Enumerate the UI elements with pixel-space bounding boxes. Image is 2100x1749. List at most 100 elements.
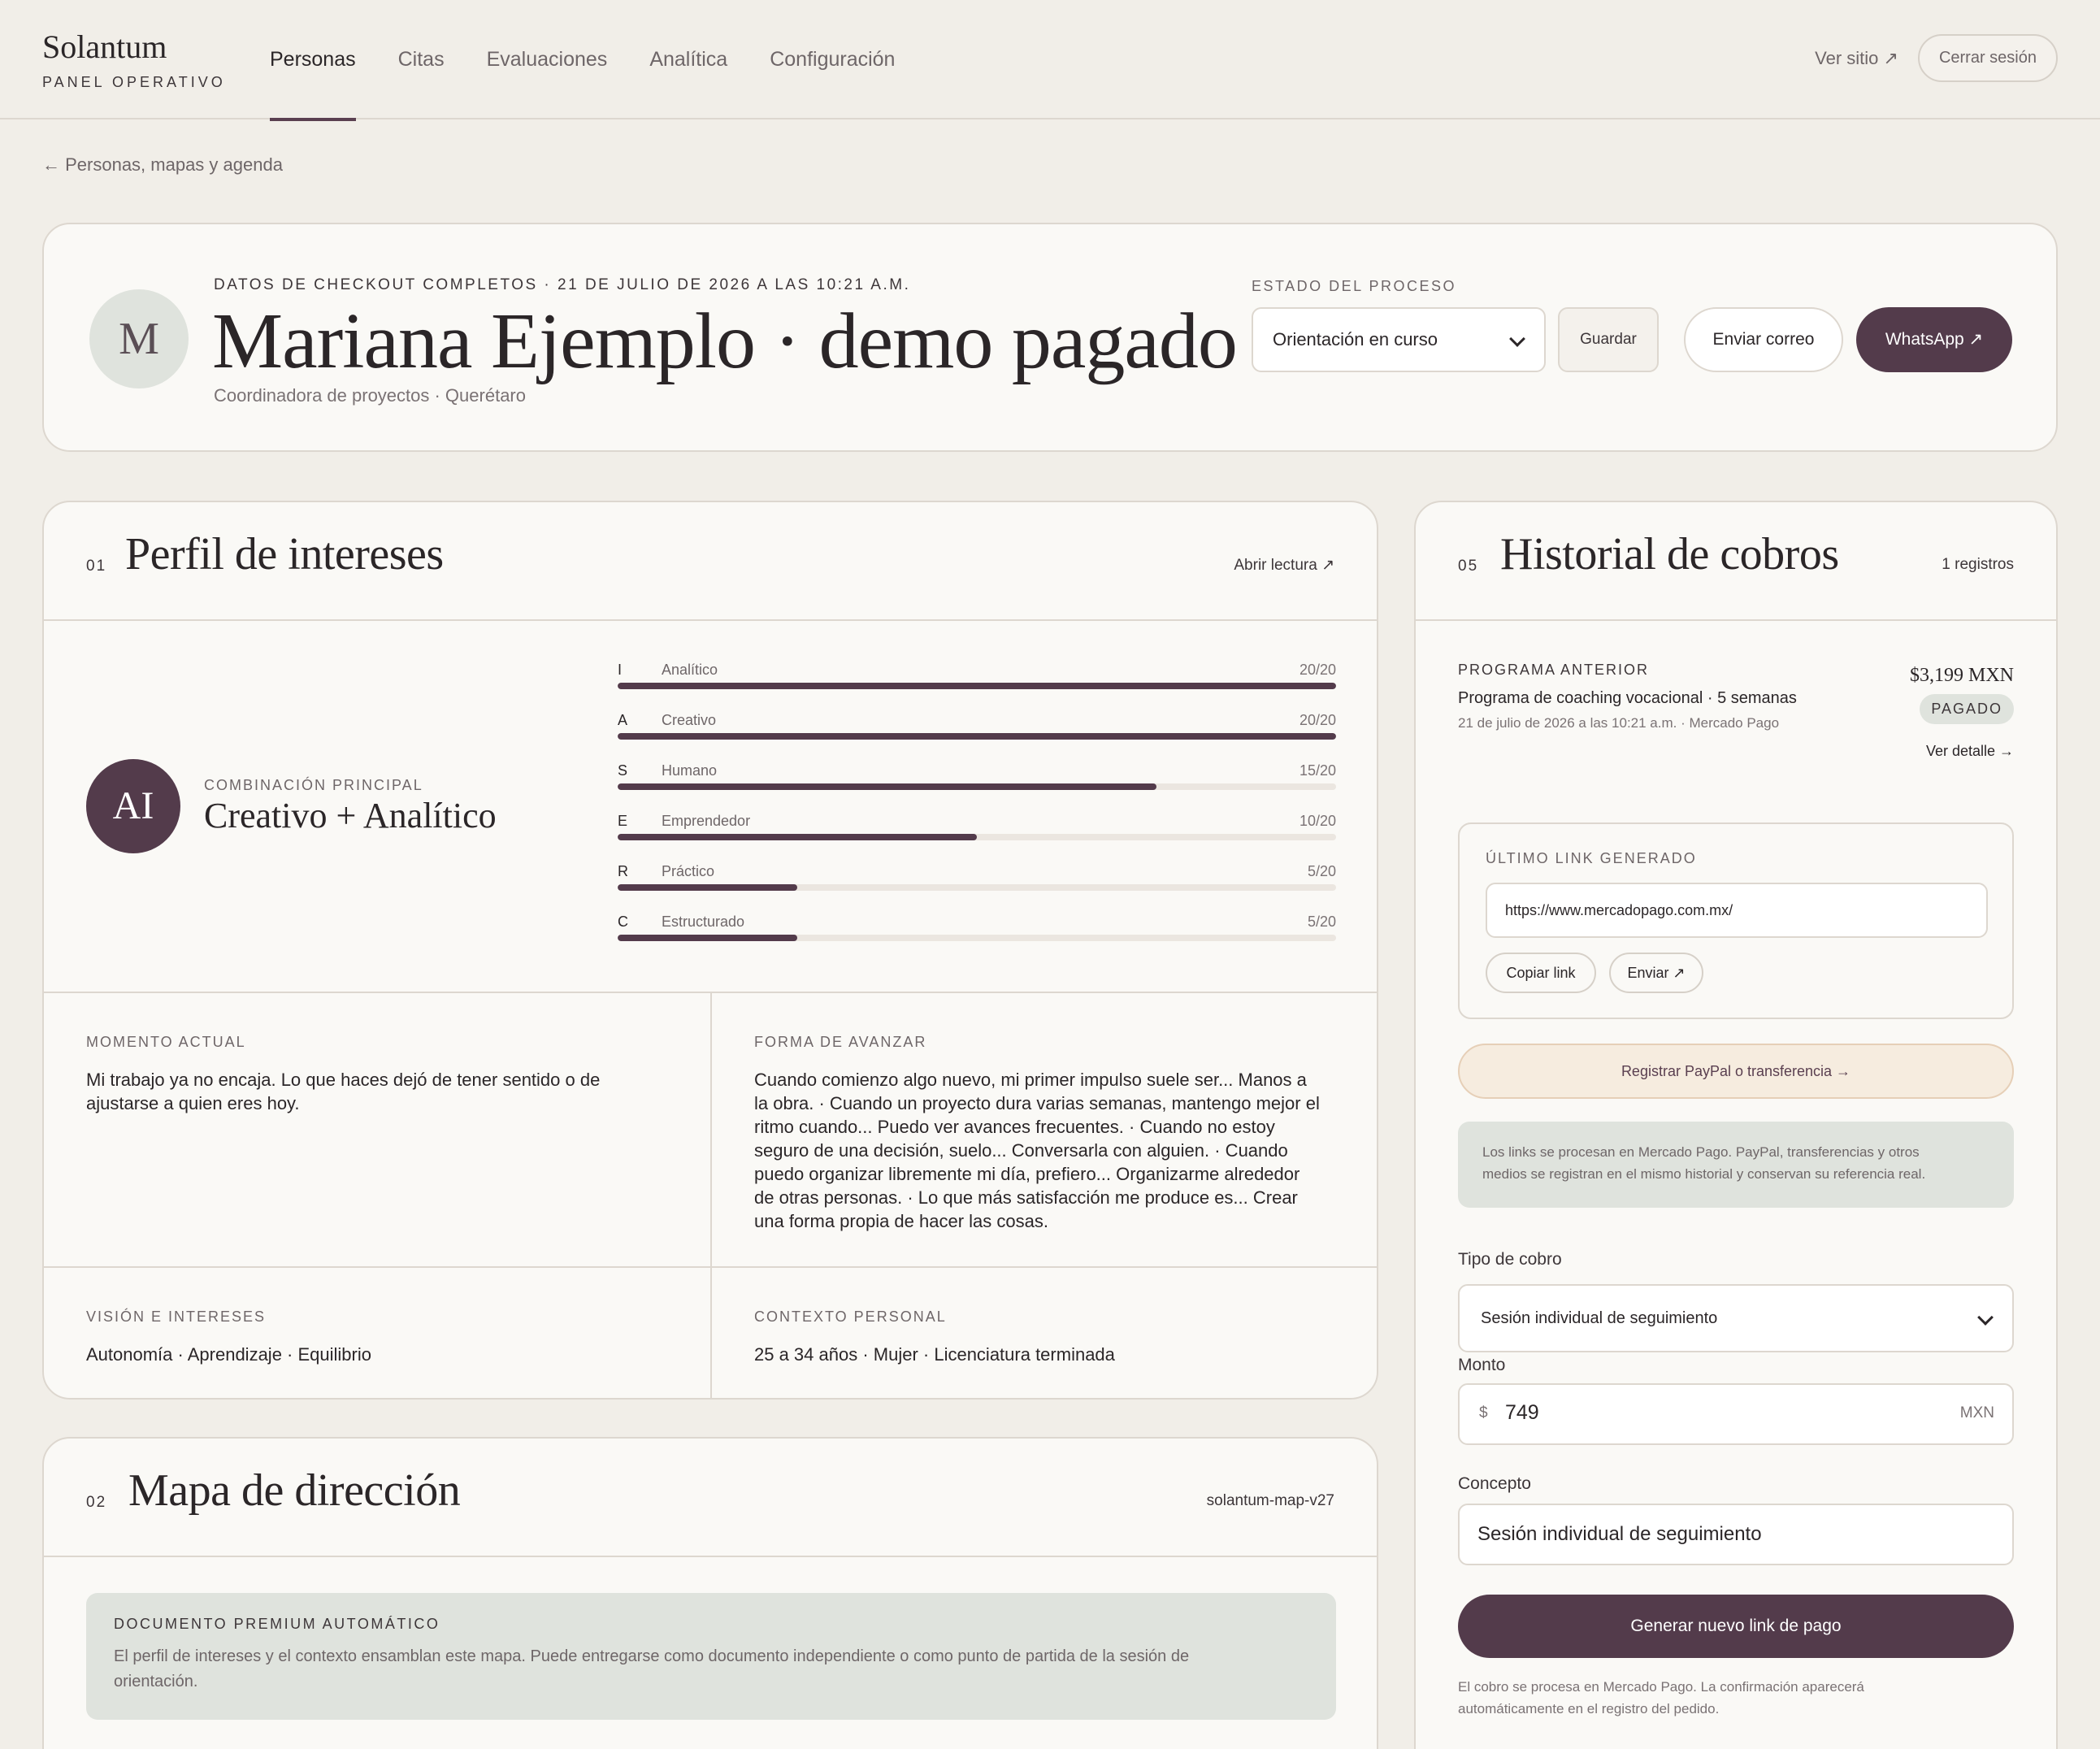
payments-note-line: medios se registran en el mismo historia… [1482,1166,1926,1182]
score-value: 5/20 [1307,863,1336,879]
score-letter: E [618,813,628,829]
vision-text: Autonomía · Aprendizaje · Equilibrio [86,1344,371,1365]
ver-detalle-link[interactable]: Ver detalle → [1926,743,2014,760]
payments-note: Los links se procesan en Mercado Pago. P… [1458,1122,2014,1208]
chevron-down-icon [1509,331,1525,347]
score-fill [618,783,1156,790]
main-nav: Personas Citas Evaluaciones Analítica Co… [270,0,916,121]
score-track [618,834,1336,840]
section-number: 01 [86,558,107,575]
momento-line: ajustarse a quien eres hoy. [86,1093,300,1113]
momento-text: Mi trabajo ya no encaja. Lo que haces de… [86,1068,688,1115]
nav-item-analitica[interactable]: Analítica [628,0,748,119]
ver-sitio-link[interactable]: Ver sitio ↗ [1815,48,1898,69]
chevron-down-icon [1977,1309,1994,1326]
send-email-button[interactable]: Enviar correo [1684,307,1843,372]
divider [710,992,712,1398]
score-fill [618,935,797,941]
premium-doc-line: El perfil de intereses y el contexto ens… [114,1647,1190,1665]
person-header-card: M DATOS DE CHECKOUT COMPLETOS · 21 DE JU… [42,223,2058,452]
forma-line: una forma propia de hacer las cosas. [754,1211,1048,1231]
logout-button[interactable]: Cerrar sesión [1917,34,2058,82]
vision-label: VISIÓN E INTERESES [86,1308,267,1325]
contexto-label: CONTEXTO PERSONAL [754,1308,947,1325]
premium-doc-line: orientación. [114,1673,198,1690]
perfil-header: 01 Perfil de intereses Abrir lectura ↗ [44,502,1377,621]
estado-label: ESTADO DEL PROCESO [1252,278,1457,294]
score-letter: C [618,914,628,930]
register-paypal-button[interactable]: Registrar PayPal o transferencia → [1458,1044,2014,1099]
last-link-label: ÚLTIMO LINK GENERADO [1486,850,1697,866]
save-button[interactable]: Guardar [1558,307,1659,372]
score-fill [618,683,1336,689]
forma-line: Cuando comienzo algo nuevo, mi primer im… [754,1070,1307,1090]
nav-item-configuracion[interactable]: Configuración [748,0,916,119]
combination-value: Creativo + Analítico [204,796,497,835]
tipo-label: Tipo de cobro [1458,1250,1562,1269]
brand[interactable]: Solantum PANEL OPERATIVO [42,28,226,91]
score-row: A Creativo 20/20 [618,712,1336,762]
score-name: Práctico [662,863,715,879]
currency-unit: MXN [1959,1404,1994,1421]
person-subtitle: Coordinadora de proyectos · Querétaro [214,385,526,406]
premium-doc-notice: DOCUMENTO PREMIUM AUTOMÁTICO El perfil d… [86,1593,1336,1720]
monto-label: Monto [1458,1356,1506,1374]
tipo-select-value: Sesión individual de seguimiento [1481,1309,1718,1327]
mapa-card: 02 Mapa de dirección solantum-map-v27 DO… [42,1437,1378,1749]
concepto-label: Concepto [1458,1474,1531,1493]
whatsapp-button[interactable]: WhatsApp ↗ [1856,307,2012,372]
score-value: 5/20 [1307,914,1336,930]
status-badge: PAGADO [1920,694,2014,724]
momento-line: Mi trabajo ya no encaja. Lo que haces de… [86,1070,601,1090]
page-title: Mariana Ejemplo · demo pagado [212,297,1238,385]
forma-line: de otras personas. · Lo que más satisfac… [754,1187,1298,1208]
send-link-button[interactable]: Enviar ↗ [1609,953,1703,993]
currency-symbol: $ [1479,1404,1488,1421]
score-track [618,733,1336,740]
historial-card: 05 Historial de cobros 1 registros PROGR… [1414,501,2058,1749]
programa-title: Programa de coaching vocacional · 5 sema… [1458,689,1797,707]
score-track [618,683,1336,689]
forma-text: Cuando comienzo algo nuevo, mi primer im… [754,1068,1356,1233]
score-fill [618,733,1336,740]
forma-label: FORMA DE AVANZAR [754,1034,927,1050]
score-fill [618,834,977,840]
tipo-select[interactable]: Sesión individual de seguimiento [1458,1284,2014,1352]
premium-doc-text: El perfil de intereses y el contexto ens… [114,1644,1308,1695]
copy-link-button[interactable]: Copiar link [1486,953,1596,993]
nav-item-citas[interactable]: Citas [377,0,466,119]
concepto-input[interactable]: Sesión individual de seguimiento [1458,1504,2014,1565]
top-bar: Solantum PANEL OPERATIVO Personas Citas … [0,0,2100,121]
programa-date: 21 de julio de 2026 a las 10:21 a.m. · M… [1458,715,1780,731]
score-value: 15/20 [1299,762,1336,779]
nav-item-evaluaciones[interactable]: Evaluaciones [466,0,629,119]
abrir-lectura-link[interactable]: Abrir lectura ↗ [1234,556,1334,575]
score-value: 10/20 [1299,813,1336,829]
brand-name: Solantum [42,28,167,65]
forma-line: ritmo cuando... Puedo ver avances frecue… [754,1117,1275,1137]
generate-link-button[interactable]: Generar nuevo link de pago [1458,1595,2014,1658]
forma-line: puedo organizar libremente mi día, prefi… [754,1164,1300,1184]
monto-input[interactable]: $ 749 MXN [1458,1383,2014,1445]
payment-footer-line: El cobro se procesa en Mercado Pago. La … [1458,1679,1864,1695]
section-title: Mapa de dirección [128,1465,461,1516]
brand-subtitle: PANEL OPERATIVO [42,74,226,90]
back-link[interactable]: ← Personas, mapas y agenda [42,154,283,176]
programa-label: PROGRAMA ANTERIOR [1458,662,1650,678]
score-row: R Práctico 5/20 [618,863,1336,914]
momento-label: MOMENTO ACTUAL [86,1034,246,1050]
score-track [618,935,1336,941]
score-letter: A [618,712,628,728]
estado-select[interactable]: Orientación en curso [1252,307,1546,372]
last-link-panel: ÚLTIMO LINK GENERADO https://www.mercado… [1458,822,2014,1019]
historial-header: 05 Historial de cobros 1 registros [1416,502,2056,621]
score-bars: I Analítico 20/20 A Creativo 20/20 S Hum… [618,662,1336,964]
score-letter: I [618,662,623,678]
score-row: S Humano 15/20 [618,762,1336,813]
nav-item-personas[interactable]: Personas [270,0,377,121]
perfil-card: 01 Perfil de intereses Abrir lectura ↗ A… [42,501,1378,1400]
score-letter: R [618,863,628,879]
score-name: Humano [662,762,718,779]
last-link-field[interactable]: https://www.mercadopago.com.mx/ [1486,883,1988,938]
monto-value: 749 [1505,1401,1539,1424]
